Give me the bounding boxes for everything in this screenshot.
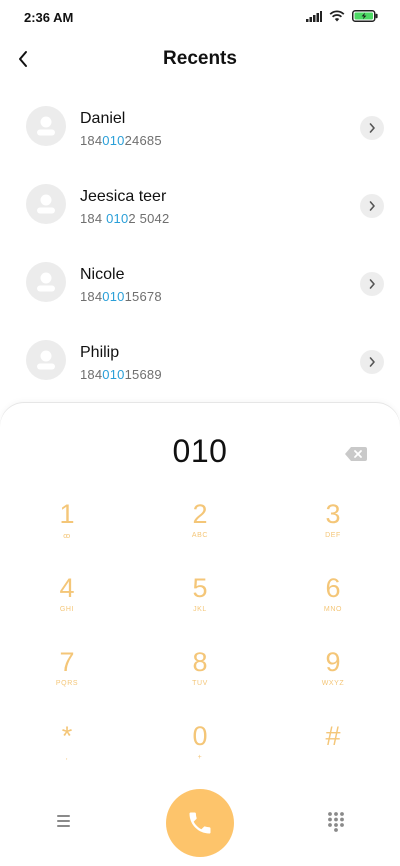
status-time: 2:36 AM (24, 10, 74, 25)
dial-key-3[interactable]: 3 DEF (278, 499, 388, 569)
backspace-icon (345, 447, 367, 461)
header: Recents (0, 38, 400, 84)
key-digit: 6 (325, 573, 341, 603)
page-title: Recents (163, 48, 237, 69)
key-digit: 5 (192, 573, 208, 603)
key-letters: TUV (192, 680, 208, 687)
dial-key-7[interactable]: 7 PQRS (12, 647, 122, 717)
chevron-right-icon (369, 279, 375, 289)
number-suffix: 15678 (124, 289, 162, 304)
contact-row[interactable]: Daniel 18401024685 (0, 90, 400, 168)
number-suffix: 24685 (124, 133, 162, 148)
call-button[interactable] (166, 789, 234, 857)
contact-detail-button[interactable] (360, 194, 384, 218)
number-prefix: 184 (80, 133, 103, 148)
number-match-highlight: 010 (106, 211, 129, 226)
dial-key-8[interactable]: 8 TUV (145, 647, 255, 717)
contact-name: Nicole (80, 266, 125, 283)
key-letters: MNO (323, 606, 343, 613)
key-digit: 8 (192, 647, 208, 677)
contact-detail-button[interactable] (360, 350, 384, 374)
dial-key-0[interactable]: 0 + (145, 721, 255, 791)
key-digit: 0 (192, 721, 208, 751)
dialed-number-display[interactable]: 010 (0, 433, 400, 470)
contact-number: 18401015678 (80, 289, 162, 304)
dial-key-9[interactable]: 9 WXYZ (278, 647, 388, 717)
contact-name: Jeesica teer (80, 188, 167, 205)
key-letters: JKL (193, 606, 207, 613)
status-bar: 2:36 AM (0, 0, 400, 36)
key-digit: 1 (59, 499, 75, 529)
contact-number: 184 0102 5042 (80, 211, 169, 226)
key-digit: 7 (59, 647, 75, 677)
contact-detail-button[interactable] (360, 116, 384, 140)
key-letters: GHI (59, 606, 75, 613)
key-letters: , (65, 754, 69, 761)
contact-name: Daniel (80, 110, 126, 127)
number-prefix: 184 (80, 211, 107, 226)
dialpad-grid-icon (328, 812, 344, 832)
contact-number: 18401024685 (80, 133, 162, 148)
chevron-right-icon (369, 201, 375, 211)
contact-number: 18401015689 (80, 367, 162, 382)
number-prefix: 184 (80, 289, 103, 304)
avatar (26, 106, 66, 146)
person-icon (37, 272, 55, 292)
key-letters: DEF (325, 532, 341, 539)
keypad-toggle-button[interactable] (325, 810, 347, 832)
dial-key-hash[interactable]: # (278, 721, 388, 791)
contact-row[interactable]: Nicole 18401015678 (0, 246, 400, 324)
dial-key-star[interactable]: * , (12, 721, 122, 791)
contact-row[interactable]: Jeesica teer 184 0102 5042 (0, 168, 400, 246)
dial-key-5[interactable]: 5 JKL (145, 573, 255, 643)
dial-key-1[interactable]: 1 ꝏ (12, 499, 122, 569)
battery-charging-icon (352, 10, 378, 22)
chevron-right-icon (369, 357, 375, 367)
avatar (26, 262, 66, 302)
bottom-action-bar (0, 786, 400, 857)
number-prefix: 184 (80, 367, 103, 382)
backspace-button[interactable] (344, 445, 368, 463)
key-digit: 3 (325, 499, 341, 529)
key-letters: ABC (191, 532, 209, 539)
status-icons (306, 10, 378, 22)
key-digit: 2 (192, 499, 208, 529)
number-suffix: 15689 (124, 367, 162, 382)
key-letters: WXYZ (321, 680, 345, 687)
number-match-highlight: 010 (102, 367, 125, 382)
number-match-highlight: 010 (102, 133, 125, 148)
key-letters: PQRS (55, 680, 79, 687)
number-match-highlight: 010 (102, 289, 125, 304)
person-icon (37, 194, 55, 214)
contact-detail-button[interactable] (360, 272, 384, 296)
menu-button[interactable] (54, 811, 76, 831)
key-digit: 4 (59, 573, 75, 603)
key-letters: ꝏ (63, 533, 71, 540)
avatar (26, 184, 66, 224)
phone-icon (189, 812, 211, 834)
avatar (26, 340, 66, 380)
contact-name: Philip (80, 344, 120, 361)
menu-icon (57, 815, 70, 827)
key-letters: + (197, 754, 203, 761)
chevron-right-icon (369, 123, 375, 133)
key-digit: 9 (325, 647, 341, 677)
person-icon (37, 350, 55, 370)
key-digit: # (325, 721, 341, 751)
wifi-icon (329, 10, 345, 22)
dial-key-2[interactable]: 2 ABC (145, 499, 255, 569)
contact-row[interactable]: Philip 18401015689 (0, 324, 400, 402)
dial-key-4[interactable]: 4 GHI (12, 573, 122, 643)
number-suffix: 2 5042 (128, 211, 170, 226)
key-digit: * (61, 721, 73, 751)
person-icon (37, 116, 55, 136)
signal-icon (306, 10, 322, 22)
dial-key-6[interactable]: 6 MNO (278, 573, 388, 643)
